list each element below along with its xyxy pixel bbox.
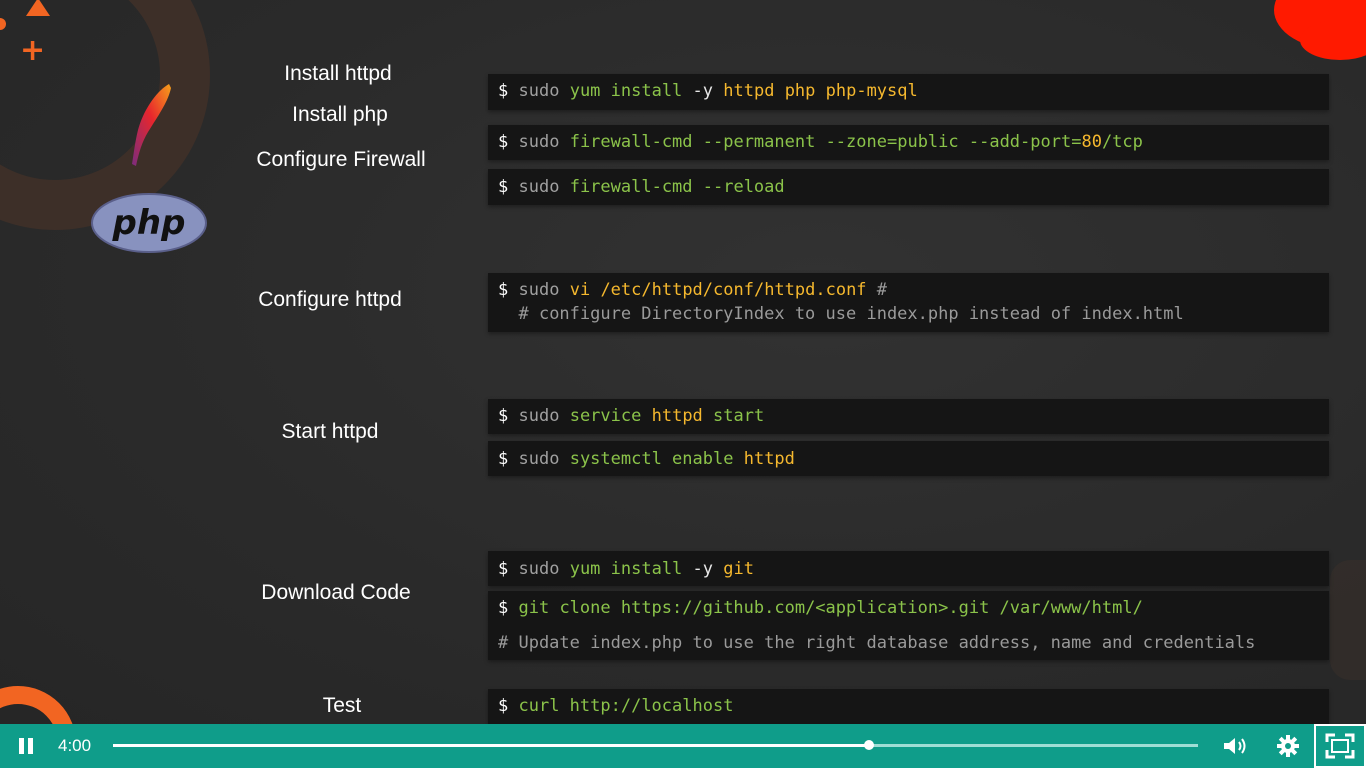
- step-label-download-code: Download Code: [261, 581, 411, 604]
- fullscreen-icon: [1325, 733, 1355, 759]
- code-block-install-httpd: $ sudo yum install -y httpd php php-mysq…: [488, 74, 1329, 110]
- code-block-curl: $ curl http://localhost: [488, 689, 1329, 724]
- decor-ring: [0, 686, 76, 724]
- code-block-service-start: $ sudo service httpd start: [488, 399, 1329, 434]
- current-time: 4:00: [58, 736, 92, 755]
- pause-icon: [19, 738, 24, 754]
- code-block-firewall-reload: $ sudo firewall-cmd --reload: [488, 169, 1329, 205]
- step-label-configure-firewall: Configure Firewall: [256, 148, 426, 171]
- code-block-configure-httpd: $ sudo vi /etc/httpd/conf/httpd.conf # #…: [488, 273, 1329, 332]
- step-label-install-php: Install php: [292, 103, 388, 126]
- decor-triangle: [26, 0, 50, 16]
- step-label-start-httpd: Start httpd: [281, 420, 379, 443]
- decor-shade: [1330, 560, 1366, 680]
- decor-plus: +: [20, 33, 46, 68]
- php-logo: php: [91, 193, 207, 253]
- step-label-configure-httpd: Configure httpd: [258, 288, 402, 311]
- volume-icon[interactable]: [1222, 735, 1250, 757]
- decor-blob: [1300, 20, 1366, 60]
- code-block-firewall-port: $ sudo firewall-cmd --permanent --zone=p…: [488, 125, 1329, 160]
- step-label-install-httpd: Install httpd: [284, 62, 392, 85]
- fullscreen-button[interactable]: [1314, 724, 1366, 768]
- code-block-git-clone: $ git clone https://github.com/<applicat…: [488, 591, 1329, 660]
- progress-played: [113, 744, 870, 747]
- apache-feather-icon: [132, 84, 171, 166]
- pause-icon: [28, 738, 33, 754]
- code-block-install-git: $ sudo yum install -y git: [488, 551, 1329, 586]
- step-label-test: Test: [322, 694, 362, 717]
- code-block-systemctl-enable: $ sudo systemctl enable httpd: [488, 441, 1329, 476]
- svg-text:php: php: [112, 203, 186, 243]
- slide: + php Install httpd Install php Configur…: [0, 0, 1366, 724]
- pause-button[interactable]: [18, 738, 34, 754]
- progress-slider[interactable]: [113, 740, 1198, 750]
- gear-icon[interactable]: [1276, 734, 1300, 758]
